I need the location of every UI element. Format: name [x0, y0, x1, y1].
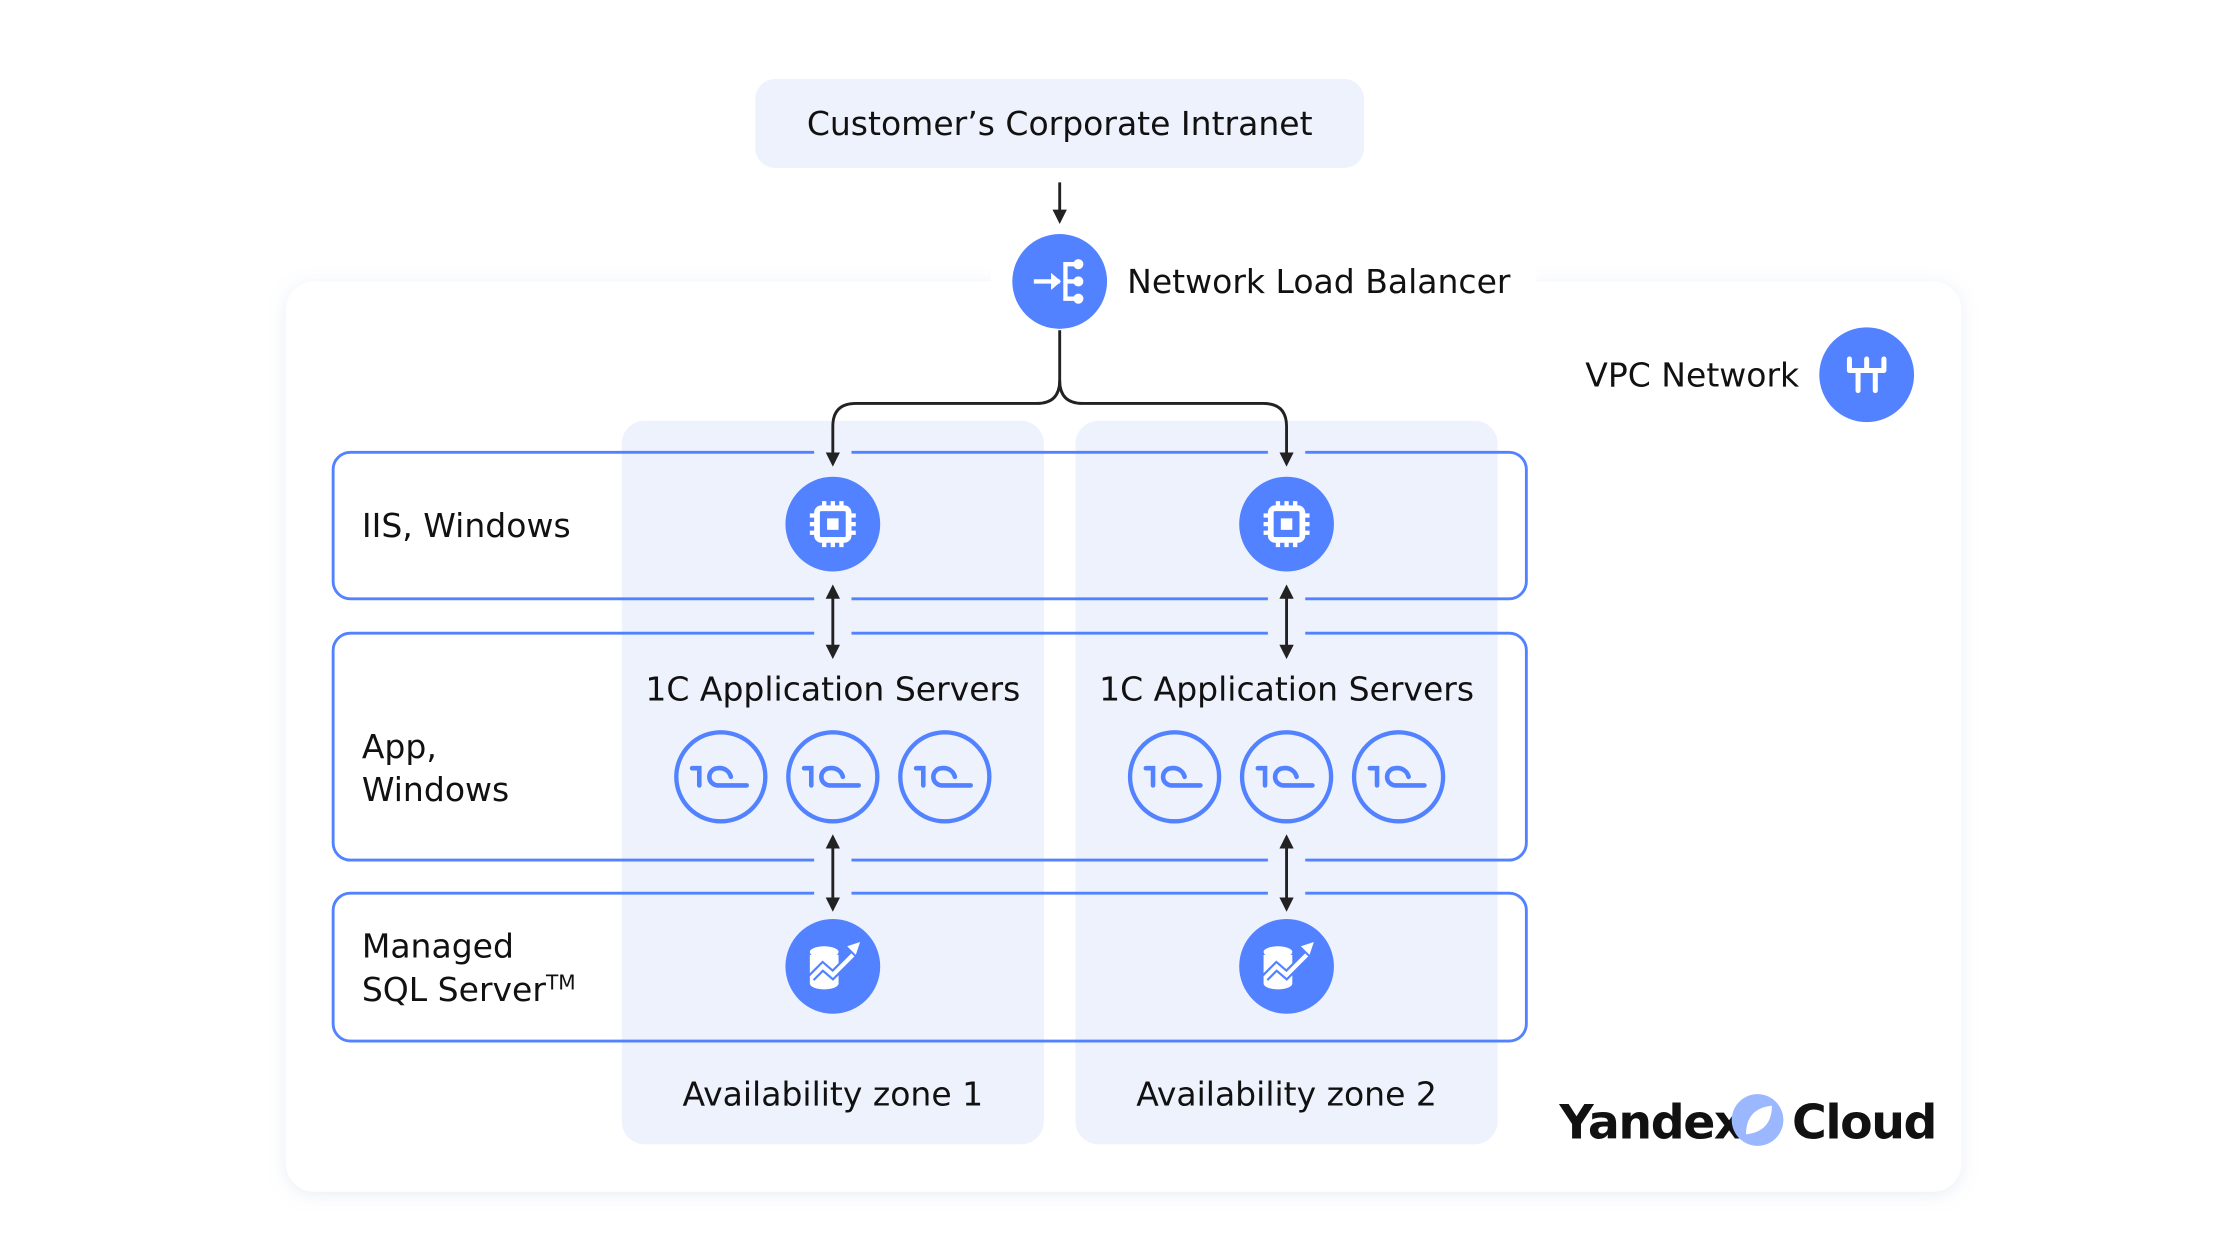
- vpc-label: VPC Network: [1585, 355, 1800, 394]
- architecture-diagram: Customer’s Corporate Intranet IIS, Windo…: [285, 78, 1962, 1192]
- sql-label-line1: Managed: [362, 927, 514, 966]
- logo-text-cloud: Cloud: [1792, 1096, 1936, 1151]
- yandex-cloud-logo: Yandex Cloud: [1558, 1094, 1937, 1151]
- app-servers-title-zone2: 1C Application Servers: [1099, 670, 1474, 709]
- zone2-label: Availability zone 2: [1136, 1075, 1437, 1114]
- sql-label-line2: SQL ServerTM: [362, 970, 576, 1009]
- cpu-chip-icon: [1264, 501, 1310, 547]
- iis-windows-label: IIS, Windows: [362, 506, 571, 545]
- iis-vm-zone2: [1239, 476, 1334, 572]
- logo-text-yandex: Yandex: [1558, 1096, 1744, 1151]
- cpu-chip-icon: [810, 501, 856, 547]
- zone1-label: Availability zone 1: [682, 1075, 983, 1114]
- app-label-line1: App,: [362, 727, 437, 766]
- load-balancer-label: Network Load Balancer: [1127, 262, 1511, 301]
- corporate-intranet-node: Customer’s Corporate Intranet: [755, 78, 1365, 168]
- intranet-label: Customer’s Corporate Intranet: [807, 104, 1313, 143]
- iis-vm-zone1: [785, 476, 881, 572]
- sql-db-zone2: [1239, 918, 1334, 1014]
- app-servers-title-zone1: 1C Application Servers: [645, 670, 1020, 709]
- app-label-line2: Windows: [362, 770, 509, 809]
- sql-db-zone1: [785, 918, 881, 1014]
